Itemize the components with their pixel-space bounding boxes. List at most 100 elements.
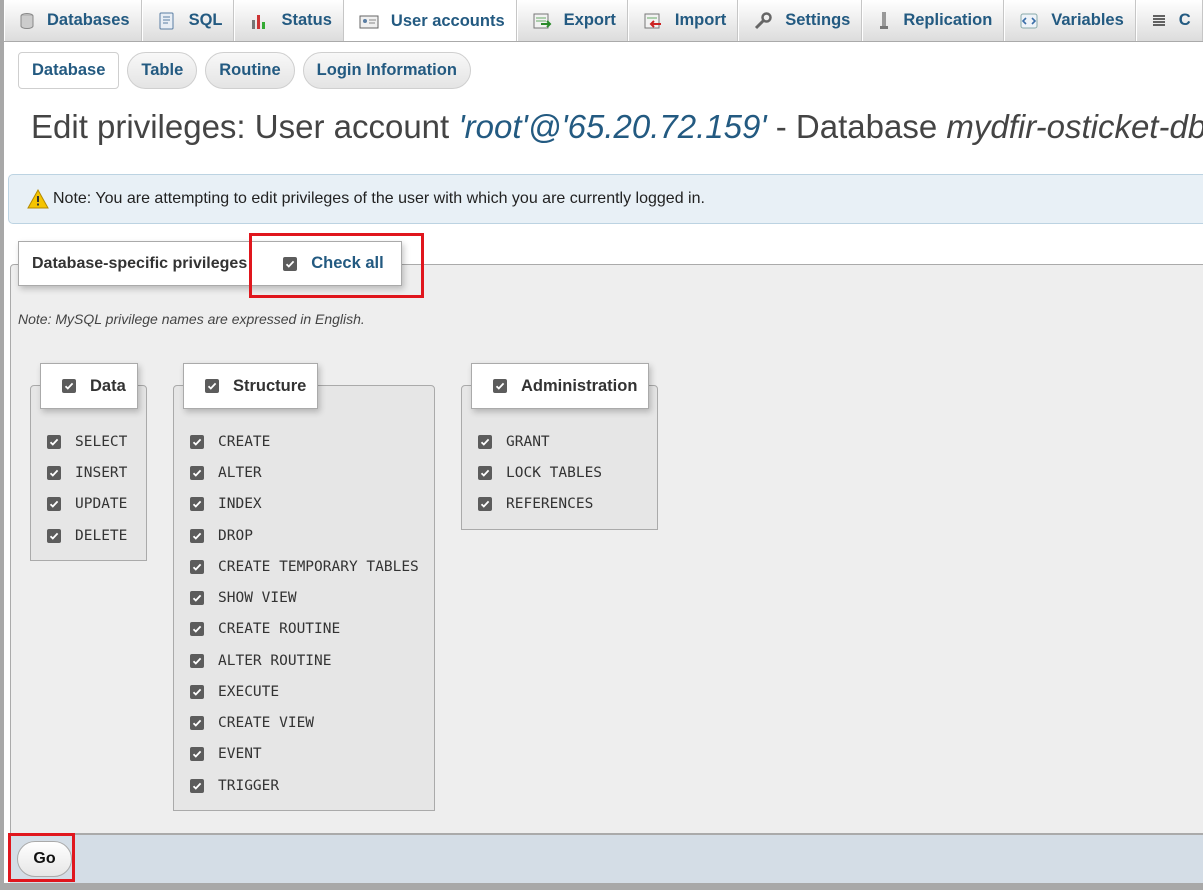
privilege-label: INSERT [75,465,128,481]
subtab-login-information[interactable]: Login Information [302,52,471,89]
privilege-label: INDEX [218,496,262,512]
export-icon [533,13,552,28]
tab-charsets[interactable]: C [1135,0,1203,41]
privilege-label: SELECT [75,434,128,450]
privilege-create-temporary-tables[interactable]: CREATE TEMPORARY TABLES [190,559,419,575]
tab-sql[interactable]: SQL [141,0,235,41]
title-prefix: Edit privileges: User account [31,108,459,145]
tab-label: Import [674,11,727,29]
wrench-icon [755,11,772,29]
subtab-routine[interactable]: Routine [205,52,295,89]
privilege-drop[interactable]: DROP [190,528,253,544]
warning-icon [27,189,49,209]
privilege-execute[interactable]: EXECUTE [190,684,279,700]
privilege-label: DROP [218,528,253,544]
checkbox-checked-icon [190,654,204,668]
privilege-show-view[interactable]: SHOW VIEW [190,590,297,606]
sub-tabs: Database Table Routine Login Information [18,52,471,89]
legend-title: Database-specific privileges [32,254,248,272]
title-middle: - Database [766,108,947,145]
checkbox-checked-icon [62,379,76,393]
form-footer [10,834,1203,883]
checkbox-checked-icon [493,379,507,393]
privilege-select[interactable]: SELECT [47,434,127,450]
user-accounts-icon [359,15,379,28]
privilege-label: ALTER [218,465,262,481]
checkbox-checked-icon [190,716,204,730]
privilege-label: TRIGGER [218,778,280,794]
subtab-database[interactable]: Database [18,52,120,89]
tab-import[interactable]: Import [627,0,739,41]
privilege-grant[interactable]: GRANT [478,434,550,450]
privilege-label: REFERENCES [506,496,594,512]
tab-label: Variables [1051,11,1124,29]
privilege-insert[interactable]: INSERT [47,465,127,481]
tab-label: Status [281,11,332,29]
tab-settings[interactable]: Settings [738,0,863,41]
privilege-label: DELETE [75,528,128,544]
privilege-alter-routine[interactable]: ALTER ROUTINE [190,653,332,669]
administration-group-legend[interactable]: Administration [471,363,649,409]
notice-banner: Note: You are attempting to edit privile… [8,174,1203,224]
privilege-label: CREATE ROUTINE [218,621,341,637]
privilege-label: CREATE VIEW [218,715,315,731]
group-label: Structure [233,376,307,395]
checkbox-checked-icon [47,435,61,449]
privilege-lock-tables[interactable]: LOCK TABLES [478,465,602,481]
checkbox-checked-icon [47,529,61,543]
variables-icon [1020,13,1038,28]
database-icon [20,12,34,29]
checkbox-checked-icon [190,560,204,574]
checkbox-checked-icon [205,379,219,393]
window-bottom-edge [0,883,1203,890]
window-left-edge [0,0,4,890]
top-navigation: Databases SQL Status User accounts Expor… [4,0,1203,42]
tab-label: Export [563,11,616,29]
checkbox-checked-icon [478,497,492,511]
privilege-index[interactable]: INDEX [190,496,262,512]
tab-label: SQL [188,11,223,29]
page-title: Edit privileges: User account 'root'@'65… [31,108,1203,146]
privilege-create-view[interactable]: CREATE VIEW [190,715,314,731]
checkbox-checked-icon [47,466,61,480]
structure-group-legend[interactable]: Structure [183,363,318,409]
data-group-legend[interactable]: Data [40,363,138,409]
privilege-label: EVENT [218,746,262,762]
checkbox-checked-icon [190,466,204,480]
tab-label: C [1178,11,1191,29]
tab-export[interactable]: Export [516,0,628,41]
tab-databases[interactable]: Databases [4,0,142,41]
group-label: Administration [521,376,638,395]
privilege-references[interactable]: REFERENCES [478,496,593,512]
checkbox-checked-icon [190,435,204,449]
privilege-label: SHOW VIEW [218,590,297,606]
privilege-label: CREATE TEMPORARY TABLES [218,559,419,575]
checkbox-checked-icon [190,497,204,511]
tab-status[interactable]: Status [234,0,344,41]
privilege-label: UPDATE [75,496,128,512]
checkbox-checked-icon [190,747,204,761]
privilege-update[interactable]: UPDATE [47,496,127,512]
privilege-delete[interactable]: DELETE [47,528,127,544]
replication-icon [880,11,889,29]
import-icon [644,13,661,28]
privilege-event[interactable]: EVENT [190,746,262,762]
status-icon [252,14,266,29]
privilege-note: Note: MySQL privilege names are expresse… [18,311,365,327]
tab-variables[interactable]: Variables [1004,0,1136,41]
privilege-label: ALTER ROUTINE [218,653,332,669]
title-account: 'root'@'65.20.72.159' [458,108,767,145]
privilege-label: EXECUTE [218,684,280,700]
checkbox-checked-icon [190,529,204,543]
highlight-go-button [8,833,75,882]
tab-replication[interactable]: Replication [862,0,1005,41]
checkbox-checked-icon [478,435,492,449]
privilege-create[interactable]: CREATE [190,434,270,450]
privilege-alter[interactable]: ALTER [190,465,262,481]
tab-label: Replication [903,11,993,29]
sql-icon [159,12,174,29]
privilege-trigger[interactable]: TRIGGER [190,778,279,794]
subtab-table[interactable]: Table [127,52,198,89]
tab-user-accounts[interactable]: User accounts [343,0,517,41]
privilege-create-routine[interactable]: CREATE ROUTINE [190,621,340,637]
